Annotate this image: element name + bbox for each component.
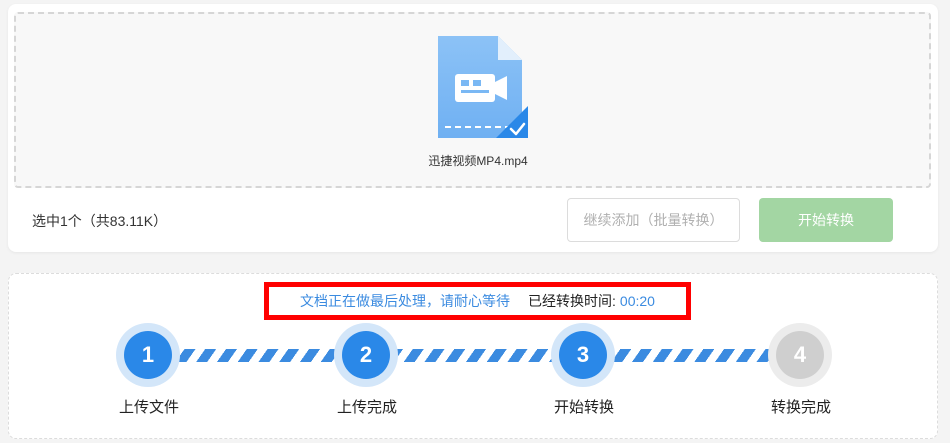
step-label: 开始转换 [553, 399, 614, 416]
step-number: 1 [124, 331, 172, 379]
upload-panel: 迅捷视频MP4.mp4 选中1个（共83.11K） 继续添加（批量转换） 开始转… [8, 4, 938, 252]
status-message: 文档正在做最后处理，请耐心等待 [300, 293, 511, 309]
step-number: 2 [342, 331, 390, 379]
video-file-icon [438, 36, 528, 138]
step-circle: 4 [768, 323, 832, 387]
step-circle: 2 [334, 323, 398, 387]
step-number: 4 [776, 331, 824, 379]
step-number: 3 [559, 331, 607, 379]
step-circle: 3 [551, 323, 615, 387]
file-name: 迅捷视频MP4.mp4 [428, 154, 528, 168]
continue-add-button[interactable]: 继续添加（批量转换） [567, 198, 740, 242]
progress-panel: 文档正在做最后处理，请耐心等待 已经转换时间: 00:20 1 上传文件 2 上… [8, 273, 938, 439]
step-label: 上传完成 [336, 399, 397, 416]
status-highlight: 文档正在做最后处理，请耐心等待 已经转换时间: 00:20 [264, 282, 691, 320]
step-circle: 1 [116, 323, 180, 387]
elapsed-time: 00:20 [619, 293, 655, 309]
start-conversion-button[interactable]: 开始转换 [759, 198, 893, 242]
file-drop-zone[interactable]: 迅捷视频MP4.mp4 [14, 12, 931, 188]
step-label: 上传文件 [118, 399, 179, 416]
selection-info: 选中1个（共83.11K） [32, 213, 168, 229]
progress-track [169, 349, 809, 362]
elapsed-label: 已经转换时间: [528, 293, 616, 309]
step-label: 转换完成 [770, 399, 831, 416]
